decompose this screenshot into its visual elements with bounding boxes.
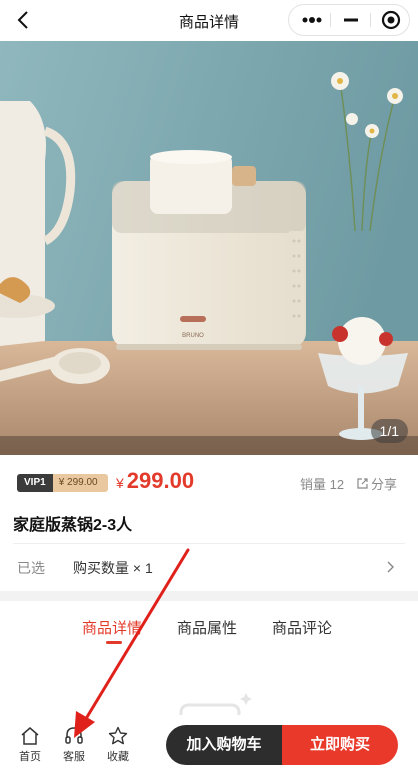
favorite-button[interactable]: 收藏	[101, 726, 135, 764]
product-info-card: VIP1 ¥ 299.00 ¥299.00 销量 12 分享 家庭版蒸锅2-3人…	[0, 455, 418, 591]
home-label: 首页	[19, 751, 41, 763]
share-label: 分享	[371, 477, 398, 492]
buy-now-button[interactable]: 立即购买	[282, 725, 398, 765]
tab-product-reviews[interactable]: 商品评论	[272, 617, 332, 638]
share-icon	[357, 478, 368, 489]
product-image-gallery[interactable]: BRUNO 1/1	[0, 41, 418, 455]
vip-price: ¥ 299.00	[52, 474, 108, 492]
target-icon[interactable]	[371, 5, 411, 35]
customer-service-label: 客服	[63, 751, 85, 763]
home-button[interactable]: 首页	[13, 726, 47, 764]
detail-tabs: 商品详情 商品属性 商品评论	[0, 617, 418, 647]
tab-product-details[interactable]: 商品详情	[82, 617, 142, 638]
chevron-right-icon	[387, 561, 394, 573]
vip-price-badge: VIP1 ¥ 299.00	[17, 474, 108, 492]
product-photo: BRUNO	[0, 41, 418, 455]
selected-label: 已选	[17, 560, 45, 576]
vip-tag: VIP1	[17, 474, 53, 492]
top-nav-bar: 商品详情	[0, 0, 418, 41]
headset-icon	[65, 727, 83, 744]
favorite-label: 收藏	[107, 751, 129, 763]
tab-product-attributes[interactable]: 商品属性	[177, 617, 237, 638]
image-pager: 1/1	[370, 419, 408, 443]
minimize-icon[interactable]	[331, 5, 371, 35]
price-value: 299.00	[126, 468, 195, 493]
divider	[13, 543, 405, 544]
bottom-action-bar: 首页 客服 收藏 加入购物车 立即购买	[0, 715, 418, 779]
home-icon	[21, 727, 39, 745]
mini-program-capsule	[288, 4, 410, 36]
product-name: 家庭版蒸锅2-3人	[13, 517, 133, 534]
currency-symbol: ¥	[116, 475, 124, 491]
sales-count: 销量 12	[300, 477, 345, 492]
product-brand-logo: BRUNO	[182, 333, 204, 339]
add-to-cart-button[interactable]: 加入购物车	[166, 725, 282, 765]
selected-value: 购买数量 × 1	[73, 560, 153, 576]
star-icon	[108, 726, 128, 745]
active-tab-indicator	[106, 641, 122, 644]
customer-service-button[interactable]: 客服	[57, 726, 91, 764]
product-price: ¥299.00	[116, 468, 194, 494]
more-dots-icon[interactable]	[291, 5, 331, 35]
share-button[interactable]: 分享	[356, 474, 397, 493]
